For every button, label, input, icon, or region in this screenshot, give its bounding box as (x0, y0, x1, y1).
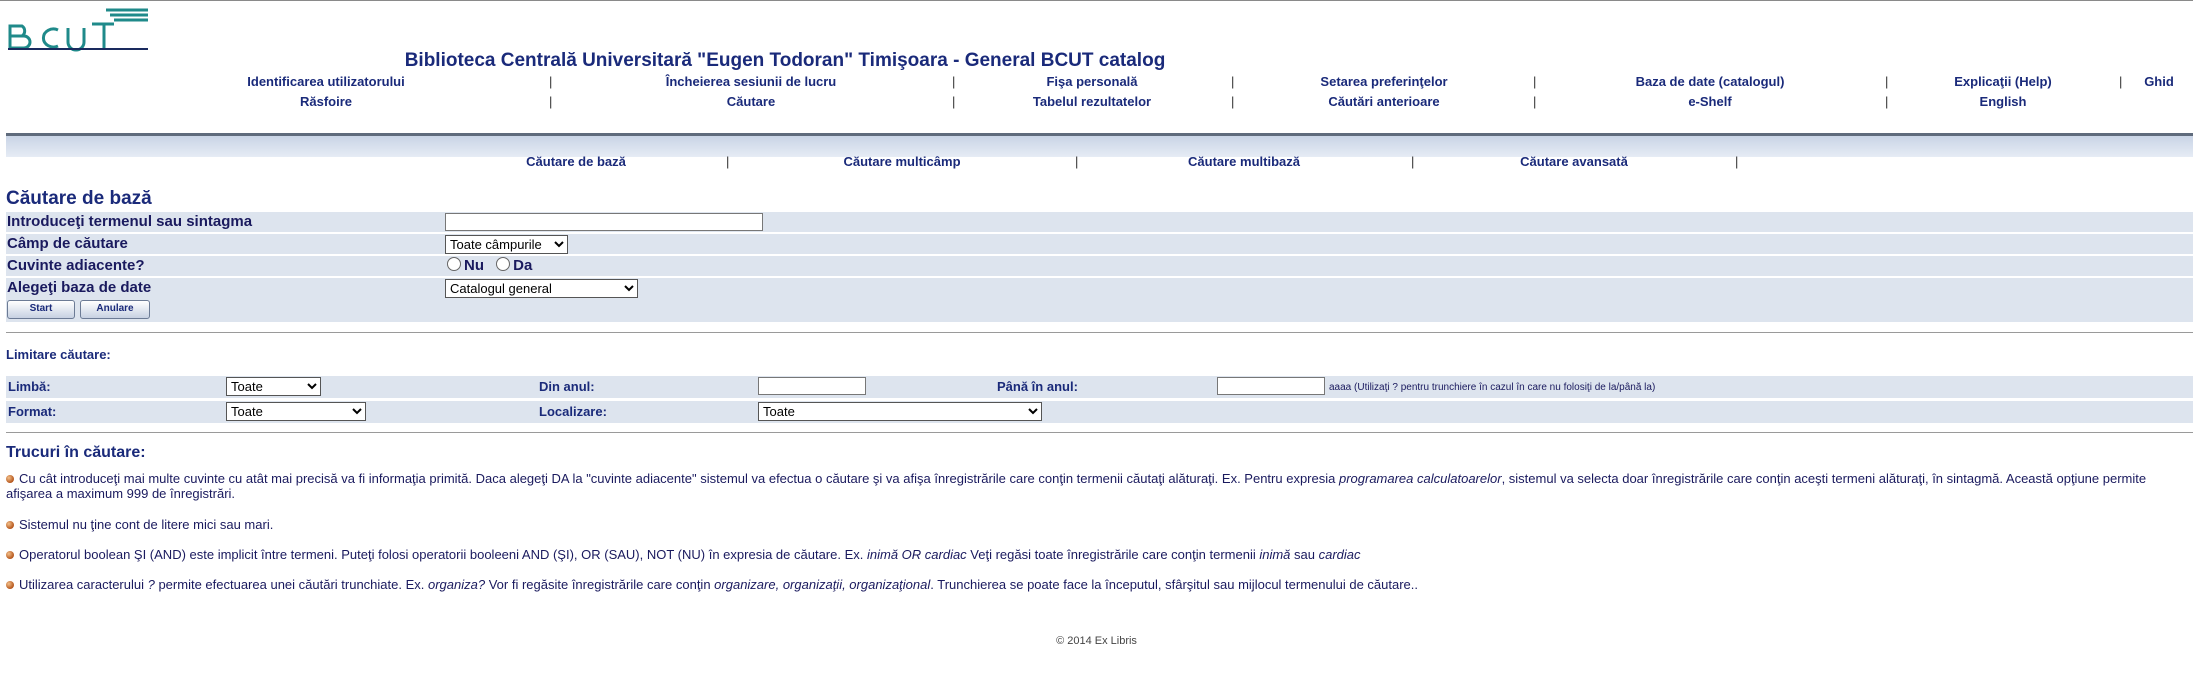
from-year-label: Din anul: (539, 379, 595, 394)
divider (6, 432, 2193, 433)
nav-english[interactable]: English (1980, 94, 2027, 109)
field-label: Câmp de căutare (7, 235, 128, 252)
limit-row-2: Format: Toate Localizare: Toate (6, 401, 2193, 423)
buttons-row (6, 298, 2193, 322)
database-label: Alegeţi baza de date (7, 279, 152, 296)
nav-separator: | (1735, 154, 1739, 169)
adjacent-yes-label: Da (513, 257, 533, 274)
start-button[interactable]: Start (7, 300, 75, 319)
nav-database[interactable]: Baza de date (catalogul) (1636, 74, 1785, 89)
bullet-icon (6, 521, 14, 529)
tab-multibase-search[interactable]: Căutare multibază (1188, 154, 1300, 169)
bullet-icon (6, 551, 14, 559)
database-select[interactable]: Catalogul general (445, 279, 638, 298)
language-select[interactable]: Toate (226, 377, 321, 396)
cancel-button[interactable]: Anulare (80, 300, 150, 319)
nav-results-table[interactable]: Tabelul rezultatelor (1033, 94, 1151, 109)
nav-separator: | (726, 154, 730, 169)
bullet-icon (6, 581, 14, 589)
format-label: Format: (8, 404, 57, 419)
nav-previous-searches[interactable]: Căutări anterioare (1328, 94, 1439, 109)
nav-guide[interactable]: Ghid (2144, 74, 2174, 89)
from-year-input[interactable] (758, 377, 866, 395)
nav-eshelf[interactable]: e-Shelf (1688, 94, 1731, 109)
nav-separator: | (1533, 74, 1537, 89)
term-row: Introduceţi termenul sau sintagma (6, 212, 2193, 232)
nav-browse[interactable]: Răsfoire (300, 94, 352, 109)
to-year-input[interactable] (1217, 377, 1325, 395)
nav-separator: | (549, 94, 553, 109)
term-label: Introduceţi termenul sau sintagma (7, 213, 253, 230)
nav-separator: | (549, 74, 553, 89)
search-term-input[interactable] (445, 213, 763, 231)
year-hint: aaaa (Utilizaţi ? pentru trunchiere în c… (1329, 382, 1656, 393)
nav-separator: | (1885, 74, 1889, 89)
header-banner (6, 133, 2193, 157)
bullet-icon (6, 475, 14, 483)
adjacent-no-label: Nu (464, 257, 484, 274)
top-border (0, 0, 2193, 1)
field-row: Câmp de căutare Toate câmpurile (6, 234, 2193, 254)
nav-preferences[interactable]: Setarea preferinţelor (1320, 74, 1447, 89)
adjacent-label: Cuvinte adiacente? (7, 257, 145, 274)
search-field-select[interactable]: Toate câmpurile (445, 235, 568, 254)
language-label: Limbă: (8, 379, 51, 394)
copyright-footer: © 2014 Ex Libris (1056, 635, 1137, 647)
nav-separator: | (2119, 74, 2123, 89)
page-title: Biblioteca Centrală Universitară "Eugen … (404, 50, 1166, 71)
database-row: Alegeţi baza de date Catalogul general (6, 278, 2193, 298)
location-select[interactable]: Toate (758, 402, 1042, 421)
adjacent-no-radio[interactable] (447, 257, 461, 271)
tab-multifield-search[interactable]: Căutare multicâmp (843, 154, 960, 169)
nav-logout[interactable]: Încheierea sesiunii de lucru (666, 74, 837, 89)
nav-separator: | (1231, 74, 1235, 89)
nav-separator: | (1075, 154, 1079, 169)
nav-separator: | (1411, 154, 1415, 169)
tab-basic-search[interactable]: Căutare de bază (526, 154, 626, 169)
tip-item: Sistemul nu ţine cont de litere mici sau… (6, 517, 2186, 532)
tip-item: Cu cât introduceţi mai multe cuvinte cu … (6, 471, 2147, 501)
to-year-label: Până în anul: (997, 379, 1078, 394)
nav-help[interactable]: Explicaţii (Help) (1954, 74, 2052, 89)
search-section-title: Căutare de bază (6, 188, 152, 209)
adjacent-row: Cuvinte adiacente? Nu Da (6, 256, 2193, 276)
nav-separator: | (1533, 94, 1537, 109)
tip-item: Utilizarea caracterului ? permite efectu… (6, 577, 2186, 592)
nav-separator: | (1231, 94, 1235, 109)
nav-separator: | (952, 74, 956, 89)
tips-title: Trucuri în căutare: (6, 444, 146, 461)
format-select[interactable]: Toate (226, 402, 366, 421)
nav-personal-record[interactable]: Fişa personală (1046, 74, 1137, 89)
limit-search-title: Limitare căutare: (6, 347, 111, 362)
nav-separator: | (1885, 94, 1889, 109)
location-label: Localizare: (539, 404, 607, 419)
nav-separator: | (952, 94, 956, 109)
bcut-logo[interactable] (6, 4, 154, 52)
tab-advanced-search[interactable]: Căutare avansată (1520, 154, 1628, 169)
divider (6, 332, 2193, 333)
nav-login[interactable]: Identificarea utilizatorului (247, 74, 404, 89)
adjacent-yes-radio[interactable] (496, 257, 511, 271)
tip-item: Operatorul boolean ŞI (AND) este implici… (6, 547, 2186, 562)
nav-search[interactable]: Căutare (727, 94, 775, 109)
limit-row-1: Limbă: Toate Din anul: Până în anul: aaa… (6, 376, 2193, 398)
